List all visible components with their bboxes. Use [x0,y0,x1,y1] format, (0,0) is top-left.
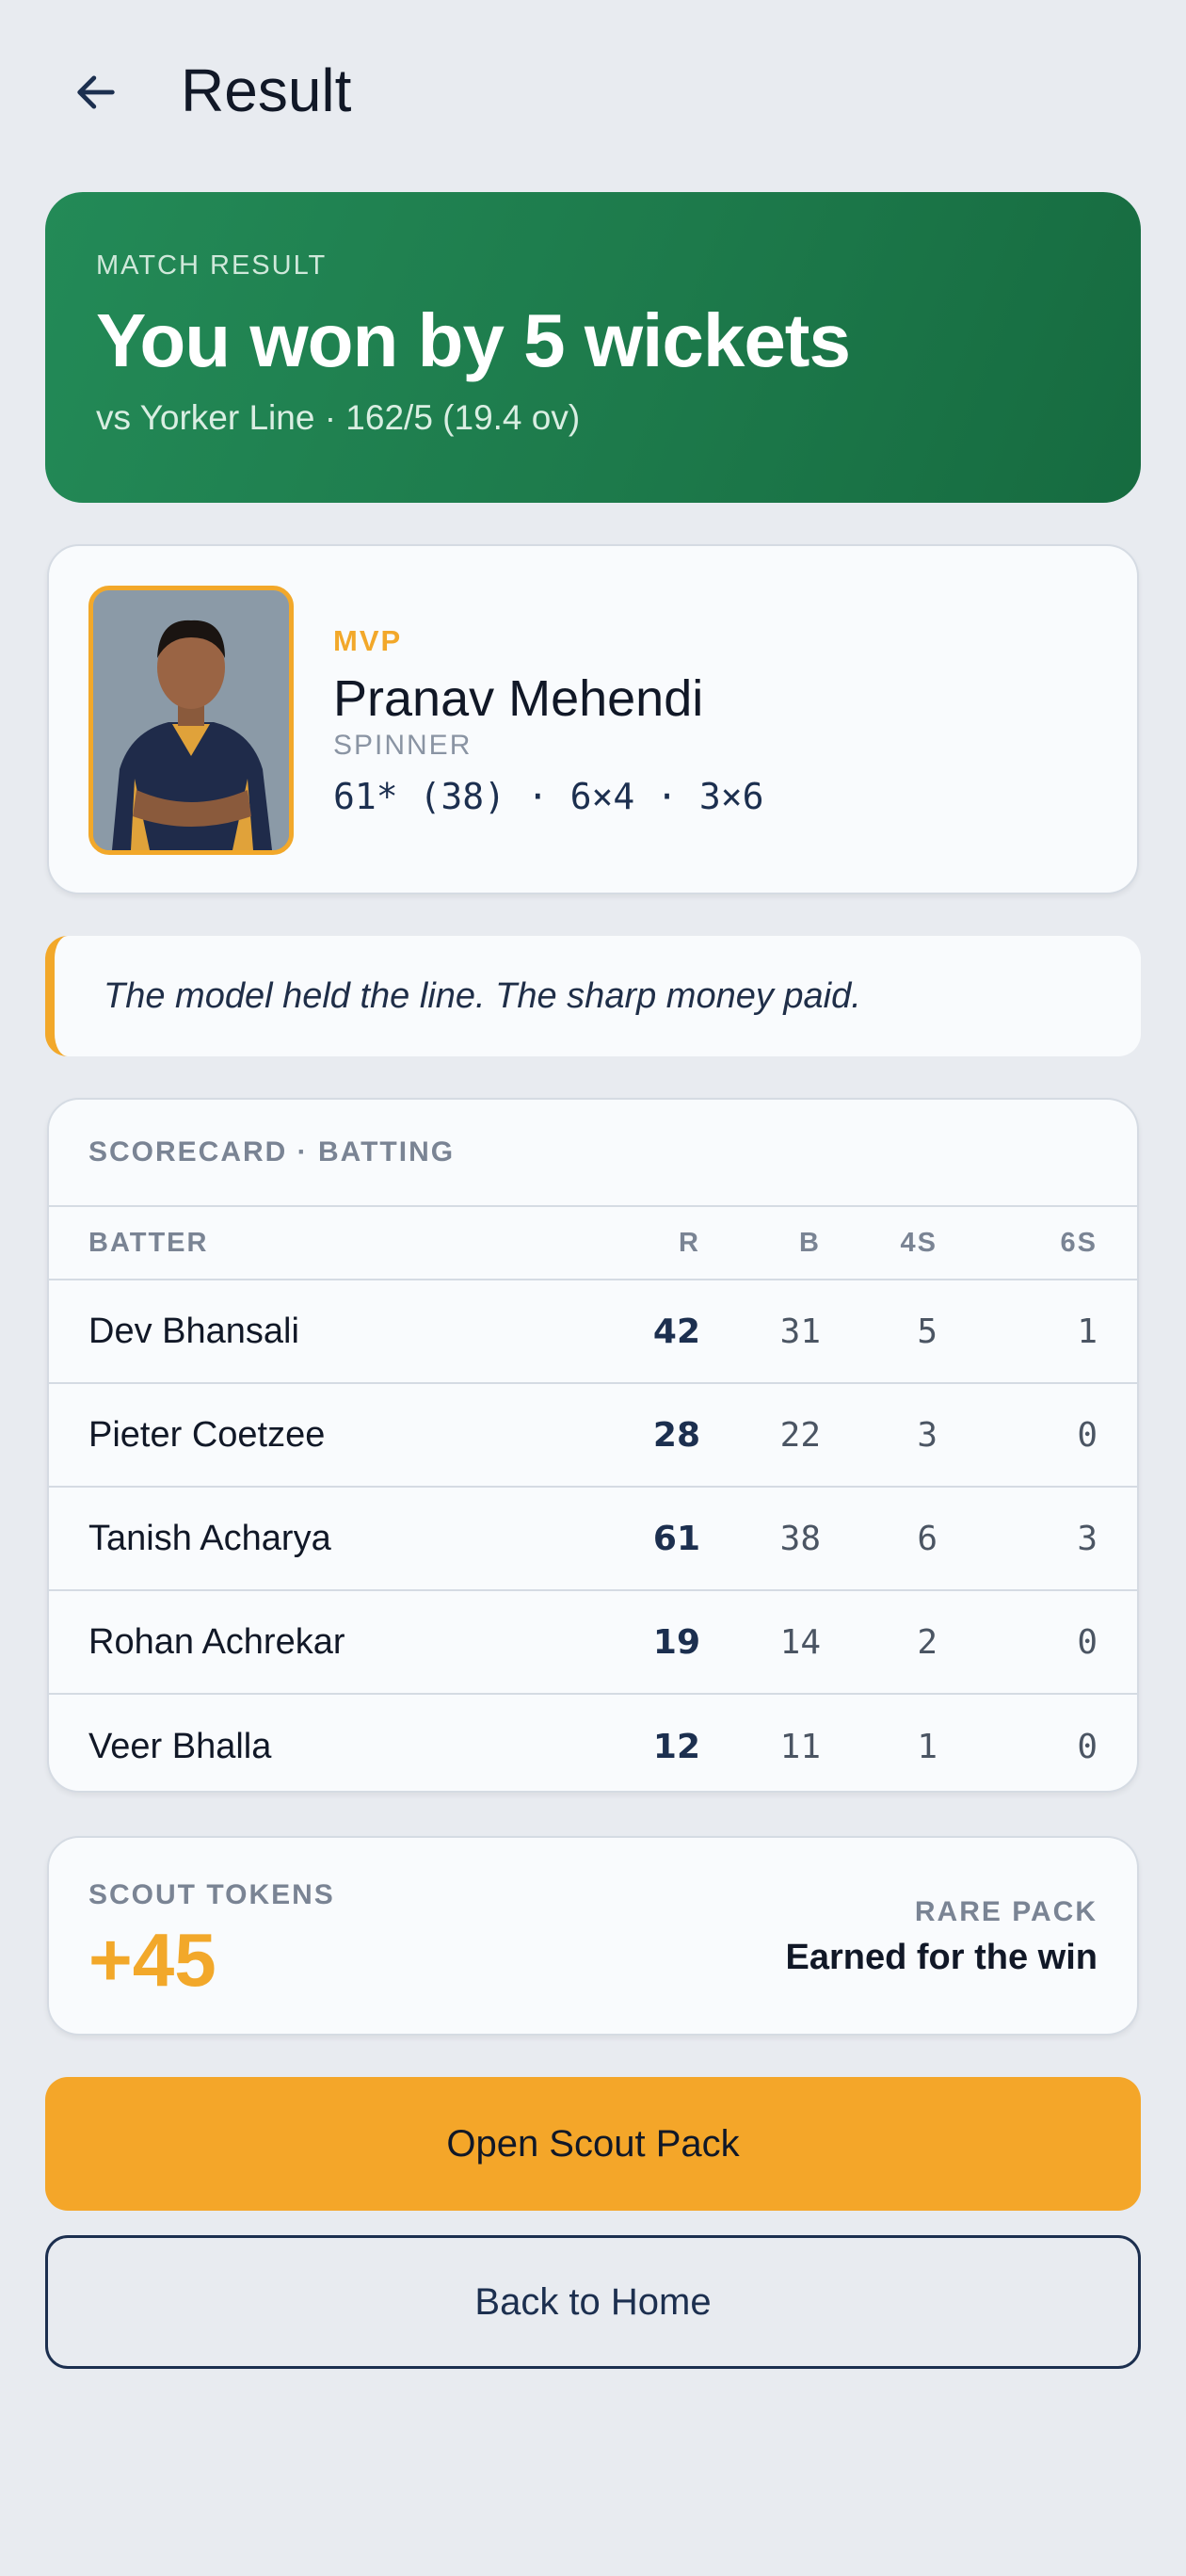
table-row: Rohan Achrekar 19 14 2 0 [49,1591,1137,1695]
mvp-label: MVP [333,624,403,657]
arrow-left-icon [77,75,115,109]
batter-runs: 19 [652,1622,700,1662]
mvp-stat-line: 61* (38) · 6×4 · 3×6 [333,776,764,817]
batter-runs: 42 [652,1312,700,1351]
batter-name: Tanish Acharya [88,1518,331,1558]
scorecard-card: SCORECARD · BATTING BATTER R B 4S 6S Dev… [47,1098,1139,1793]
batter-balls: 22 [779,1415,821,1455]
batter-runs: 12 [652,1727,700,1766]
mvp-player-name: Pranav Mehendi [333,670,704,727]
batter-sixes: 0 [1077,1622,1098,1662]
mvp-card: MVP Pranav Mehendi SPINNER 61* (38) · 6×… [47,544,1139,894]
page-title: Result [181,56,352,124]
player-avatar-icon [93,590,289,850]
batter-fours: 3 [917,1415,938,1455]
table-row: Veer Bhalla 12 11 1 0 [49,1695,1137,1791]
player-portrait [88,586,294,855]
batter-name: Veer Bhalla [88,1726,272,1766]
mvp-player-role: SPINNER [333,730,473,761]
result-eyebrow: MATCH RESULT [96,250,328,281]
tokens-value: +45 [88,1918,216,2002]
batter-balls: 11 [779,1727,821,1766]
match-result-banner: MATCH RESULT You won by 5 wickets vs Yor… [45,192,1141,503]
batter-name: Dev Bhansali [88,1311,299,1351]
batter-sixes: 0 [1077,1727,1098,1766]
batter-balls: 31 [779,1312,821,1351]
batter-fours: 5 [917,1312,938,1351]
batter-sixes: 3 [1077,1519,1098,1558]
batter-name: Rohan Achrekar [88,1621,345,1662]
result-subline: vs Yorker Line · 162/5 (19.4 ov) [96,398,581,437]
table-row: Pieter Coetzee 28 22 3 0 [49,1384,1137,1488]
table-row: Tanish Acharya 61 38 6 3 [49,1488,1137,1591]
scorecard-header-row: BATTER R B 4S 6S [49,1207,1137,1280]
col-fours: 4S [900,1227,938,1258]
col-batter: BATTER [88,1227,209,1258]
back-button[interactable] [60,56,132,128]
result-headline: You won by 5 wickets [96,298,851,382]
quote-text: The model held the line. The sharp money… [104,975,861,1016]
col-sixes: 6S [1060,1227,1098,1258]
batter-fours: 1 [917,1727,938,1766]
batter-fours: 2 [917,1622,938,1662]
batter-sixes: 0 [1077,1415,1098,1455]
batter-name: Pieter Coetzee [88,1414,326,1455]
mvp-details: MVP Pranav Mehendi SPINNER 61* (38) · 6×… [333,623,764,819]
batter-balls: 38 [779,1519,821,1558]
top-app-bar: Result [0,0,1186,179]
batter-balls: 14 [779,1622,821,1662]
scorecard-title: SCORECARD · BATTING [49,1100,1137,1207]
open-scout-pack-button[interactable]: Open Scout Pack [45,2077,1141,2211]
table-row: Dev Bhansali 42 31 5 1 [49,1280,1137,1384]
scout-tokens-card: SCOUT TOKENS +45 RARE PACK Earned for th… [47,1836,1139,2036]
batter-sixes: 1 [1077,1312,1098,1351]
pack-rarity: RARE PACK [914,1896,1098,1927]
tokens-label: SCOUT TOKENS [88,1879,335,1910]
batter-runs: 28 [652,1415,700,1455]
batter-fours: 6 [917,1519,938,1558]
tokens-note: Earned for the win [785,1938,1098,1977]
col-runs: R [679,1227,700,1258]
col-balls: B [799,1227,821,1258]
batter-runs: 61 [652,1519,700,1558]
result-quote: The model held the line. The sharp money… [45,936,1141,1056]
back-to-home-button[interactable]: Back to Home [45,2235,1141,2369]
